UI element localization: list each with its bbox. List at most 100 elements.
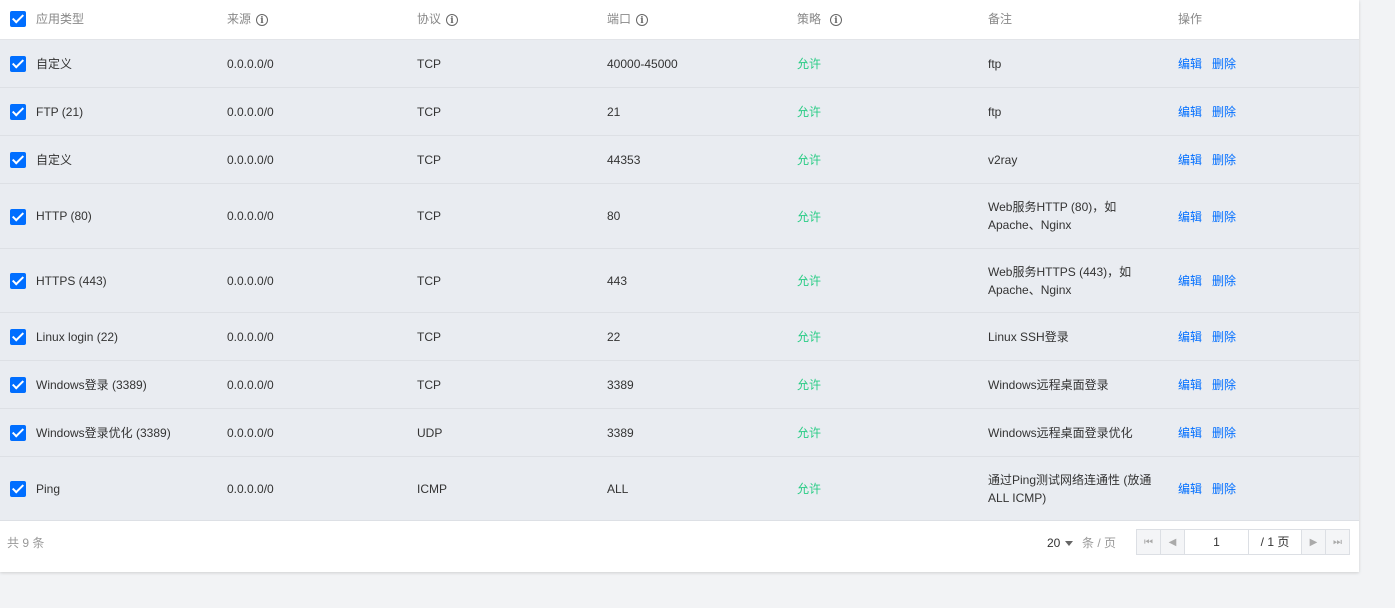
total-count: 共 9 条	[7, 536, 45, 550]
info-icon[interactable]: i	[830, 13, 843, 26]
page-size-select[interactable]: 20	[1047, 521, 1074, 565]
prev-page-button[interactable]: ◀	[1161, 530, 1185, 554]
cell-actions: 编辑 删除	[1178, 40, 1246, 87]
delete-link[interactable]: 删除	[1212, 103, 1236, 120]
cell-source: 0.0.0.0/0	[227, 104, 274, 119]
cell-actions: 编辑 删除	[1178, 136, 1246, 183]
next-page-button[interactable]: ▶	[1301, 530, 1325, 554]
cell-protocol: ICMP	[417, 481, 447, 496]
delete-link[interactable]: 删除	[1212, 328, 1236, 345]
delete-link[interactable]: 删除	[1212, 272, 1236, 289]
cell-actions: 编辑 删除	[1178, 249, 1246, 312]
cell-policy: 允许	[797, 274, 822, 288]
cell-port: 40000-45000	[607, 56, 678, 71]
cell-app-type: HTTPS (443)	[36, 273, 107, 288]
table-row: FTP (21) 0.0.0.0/0 TCP 21 允许 ftp 编辑 删除	[0, 88, 1359, 136]
edit-link[interactable]: 编辑	[1178, 376, 1202, 393]
cell-port: ALL	[607, 481, 629, 496]
table-row: Linux login (22) 0.0.0.0/0 TCP 22 允许 Linux SS…	[0, 313, 1359, 361]
info-icon[interactable]: i	[256, 13, 269, 26]
row-checkbox[interactable]	[10, 425, 26, 441]
row-checkbox[interactable]	[10, 377, 26, 393]
edit-link[interactable]: 编辑	[1178, 480, 1202, 497]
cell-app-type: HTTP (80)	[36, 209, 92, 223]
cell-app-type: 自定义	[36, 153, 73, 167]
select-all-checkbox[interactable]	[10, 11, 26, 27]
cell-source: 0.0.0.0/0	[227, 273, 274, 288]
cell-protocol: TCP	[417, 329, 441, 344]
delete-link[interactable]: 删除	[1212, 376, 1236, 393]
edit-link[interactable]: 编辑	[1178, 208, 1202, 225]
cell-actions: 编辑 删除	[1178, 184, 1246, 248]
header-app-type: 应用类型	[36, 12, 85, 26]
next-page-icon: ▶	[1309, 536, 1318, 548]
cell-policy: 允许	[797, 105, 822, 119]
cell-actions: 编辑 删除	[1178, 313, 1246, 360]
total-pages: / 1 页	[1249, 530, 1301, 554]
security-group-rules-panel: 应用类型 来源 i 协议 i 端口 i 策略 i 备注 操作 自定义 0.0.0.0/0 T…	[0, 0, 1359, 572]
cell-source: 0.0.0.0/0	[227, 152, 274, 167]
cell-note: ftp	[988, 104, 1002, 119]
cell-note: Windows远程桌面登录	[988, 377, 1109, 392]
last-page-button[interactable]: ⏭	[1325, 530, 1349, 554]
edit-link[interactable]: 编辑	[1178, 55, 1202, 72]
cell-note: Windows远程桌面登录优化	[988, 425, 1133, 440]
cell-port: 21	[607, 104, 621, 119]
cell-app-type: FTP (21)	[36, 104, 84, 119]
cell-port: 3389	[607, 425, 634, 440]
table-header: 应用类型 来源 i 协议 i 端口 i 策略 i 备注 操作	[0, 0, 1359, 40]
cell-protocol: TCP	[417, 377, 441, 392]
table-row: 自定义 0.0.0.0/0 TCP 44353 允许 v2ray 编辑 删除	[0, 136, 1359, 184]
pagination: ⏮ ◀ 1 / 1 页 ▶ ⏭	[1136, 529, 1350, 555]
cell-policy: 允许	[797, 57, 822, 71]
cell-note: v2ray	[988, 152, 1018, 167]
row-checkbox[interactable]	[10, 273, 26, 289]
cell-policy: 允许	[797, 153, 822, 167]
edit-link[interactable]: 编辑	[1178, 272, 1202, 289]
delete-link[interactable]: 删除	[1212, 55, 1236, 72]
edit-link[interactable]: 编辑	[1178, 424, 1202, 441]
first-page-button[interactable]: ⏮	[1137, 530, 1161, 554]
caret-down-icon	[1065, 541, 1074, 547]
edit-link[interactable]: 编辑	[1178, 103, 1202, 120]
cell-app-type: 自定义	[36, 57, 73, 71]
cell-source: 0.0.0.0/0	[227, 329, 274, 344]
cell-port: 22	[607, 329, 621, 344]
cell-source: 0.0.0.0/0	[227, 209, 274, 223]
delete-link[interactable]: 删除	[1212, 424, 1236, 441]
cell-port: 443	[607, 273, 628, 288]
cell-note: 通过Ping测试网络连通性 (放通ALL ICMP)	[988, 472, 1152, 505]
delete-link[interactable]: 删除	[1212, 208, 1236, 225]
edit-link[interactable]: 编辑	[1178, 151, 1202, 168]
cell-actions: 编辑 删除	[1178, 409, 1246, 456]
table-row: Windows登录 (3389) 0.0.0.0/0 TCP 3389 允许 Window…	[0, 361, 1359, 409]
header-source: 来源 i	[227, 0, 269, 39]
page-number-input[interactable]: 1	[1185, 530, 1249, 554]
cell-actions: 编辑 删除	[1178, 361, 1246, 408]
info-icon[interactable]: i	[446, 13, 459, 26]
delete-link[interactable]: 删除	[1212, 151, 1236, 168]
row-checkbox[interactable]	[10, 329, 26, 345]
header-note: 备注	[988, 12, 1013, 26]
edit-link[interactable]: 编辑	[1178, 328, 1202, 345]
cell-note: Linux SSH登录	[988, 329, 1069, 344]
row-checkbox[interactable]	[10, 104, 26, 120]
cell-protocol: TCP	[417, 152, 441, 167]
row-checkbox[interactable]	[10, 56, 26, 72]
cell-protocol: TCP	[417, 273, 441, 288]
row-checkbox[interactable]	[10, 208, 26, 225]
cell-source: 0.0.0.0/0	[227, 425, 274, 440]
row-checkbox[interactable]	[10, 481, 26, 497]
per-page-label: 条 / 页	[1082, 536, 1117, 550]
cell-port: 3389	[607, 377, 634, 392]
row-checkbox[interactable]	[10, 152, 26, 168]
cell-policy: 允许	[797, 209, 822, 224]
delete-link[interactable]: 删除	[1212, 480, 1236, 497]
cell-protocol: TCP	[417, 104, 441, 119]
cell-protocol: TCP	[417, 56, 441, 71]
prev-page-icon: ◀	[1168, 536, 1177, 548]
cell-protocol: TCP	[417, 209, 441, 223]
cell-policy: 允许	[797, 426, 822, 440]
cell-port: 44353	[607, 152, 641, 167]
info-icon[interactable]: i	[636, 13, 649, 26]
